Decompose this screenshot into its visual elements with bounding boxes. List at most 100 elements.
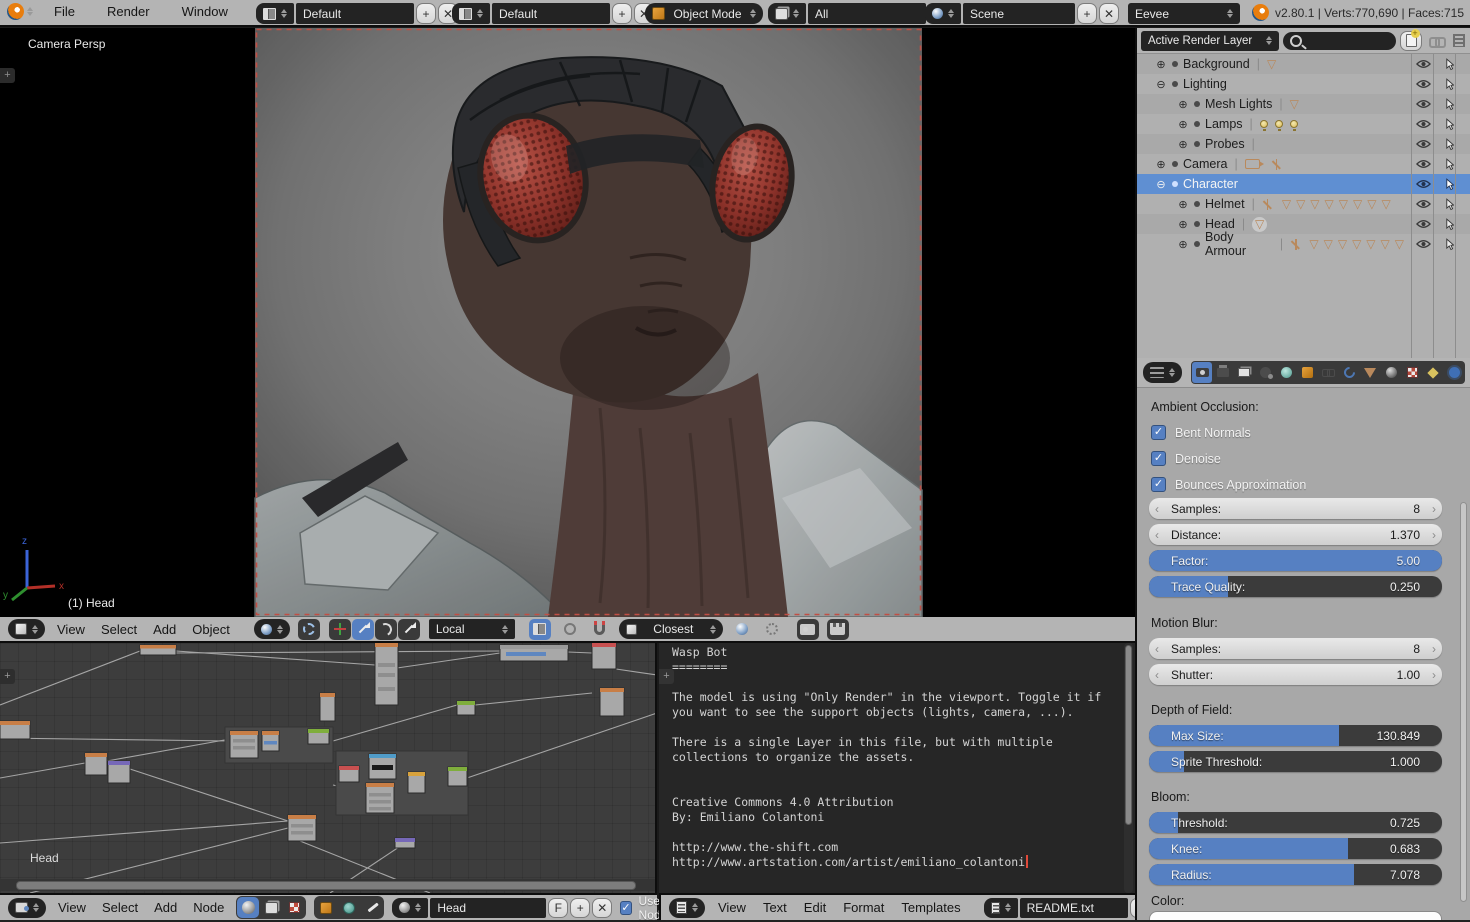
workspace-a-add-button[interactable]: + — [416, 3, 436, 24]
layer-filter-icon-dropdown[interactable] — [768, 3, 806, 24]
material-add-button[interactable]: + — [570, 898, 590, 918]
render-engine-dropdown[interactable]: Eevee — [1128, 3, 1240, 24]
proportional-editing-toggle[interactable] — [559, 619, 581, 640]
bloom-threshold-slider[interactable]: Threshold:0.725 — [1149, 812, 1442, 833]
visibility-eye-icon[interactable] — [1414, 196, 1432, 212]
text-filename-field[interactable]: README.txt — [1020, 898, 1128, 918]
mb-samples-slider[interactable]: ‹Samples:8› — [1149, 638, 1442, 659]
scene-close-button[interactable]: ✕ — [1099, 3, 1119, 24]
bloom-knee-slider[interactable]: Knee:0.683 — [1149, 838, 1442, 859]
use-nodes-checkbox[interactable]: ✓ — [620, 901, 631, 915]
scene-add-button[interactable]: + — [1077, 3, 1097, 24]
tab-scene[interactable] — [1255, 362, 1275, 383]
node-hscrollbar[interactable] — [0, 879, 657, 891]
visibility-eye-icon[interactable] — [1414, 116, 1432, 132]
viewport-3d[interactable]: z x y Camera Persp (1) Head + — [0, 28, 1135, 617]
outliner-row-mesh-lights[interactable]: ⊕Mesh Lights|▽ — [1137, 94, 1470, 114]
visibility-eye-icon[interactable] — [1414, 76, 1432, 92]
shader-type-material-button[interactable] — [237, 897, 259, 918]
shader-type-image-button[interactable] — [260, 897, 282, 918]
tab-object[interactable] — [1297, 362, 1317, 383]
app-menu-stepper[interactable] — [27, 7, 33, 16]
tab-modifiers[interactable] — [1339, 362, 1359, 383]
move-gizmo-button[interactable] — [352, 619, 374, 640]
text-datablock-icon-dropdown[interactable] — [984, 898, 1018, 918]
ao-samples-slider[interactable]: ‹Samples:8› — [1149, 498, 1442, 519]
viewport-menu-add[interactable]: Add — [149, 620, 180, 639]
menu-file[interactable]: File — [50, 2, 79, 21]
bent-normals-checkbox[interactable]: ✓ — [1151, 425, 1166, 440]
orientation-axes-button[interactable] — [329, 619, 351, 640]
ao-distance-slider[interactable]: ‹Distance:1.370› — [1149, 524, 1442, 545]
material-unlink-button[interactable]: ✕ — [592, 898, 612, 918]
viewport-menu-view[interactable]: View — [53, 620, 89, 639]
mb-shutter-slider[interactable]: ‹Shutter:1.00› — [1149, 664, 1442, 685]
visibility-eye-icon[interactable] — [1414, 216, 1432, 232]
render-animation-button[interactable] — [827, 619, 849, 640]
outliner-filter-button[interactable] — [1450, 34, 1468, 47]
tab-physics[interactable] — [1444, 362, 1464, 383]
text-panel-handle[interactable]: + — [659, 669, 674, 684]
visibility-eye-icon[interactable] — [1414, 136, 1432, 152]
tab-material[interactable] — [1381, 362, 1401, 383]
node-menu-view[interactable]: View — [54, 898, 90, 917]
transform-gizmo-toggle[interactable] — [298, 619, 320, 640]
outliner-search-field[interactable] — [1283, 32, 1396, 50]
outliner-display-mode-dropdown[interactable]: Active Render Layer — [1141, 31, 1279, 51]
shader-context-world-button[interactable] — [338, 897, 360, 918]
dof-sprite-threshold-slider[interactable]: Sprite Threshold:1.000 — [1149, 751, 1442, 772]
menu-render[interactable]: Render — [103, 2, 154, 21]
new-collection-button[interactable] — [1400, 31, 1422, 51]
visibility-eye-icon[interactable] — [1414, 96, 1432, 112]
outliner-row-body-armour[interactable]: ⊕Body Armour|▽▽▽▽▽▽▽ — [1137, 234, 1470, 254]
pivot-point-dropdown[interactable] — [254, 619, 290, 639]
text-vscrollbar[interactable] — [1124, 643, 1133, 893]
material-icon-dropdown[interactable] — [392, 898, 428, 918]
viewport-editor-type-button[interactable] — [8, 619, 45, 639]
node-menu-node[interactable]: Node — [189, 898, 228, 917]
text-menu-edit[interactable]: Edit — [800, 898, 830, 917]
visibility-eye-icon[interactable] — [1414, 236, 1432, 252]
render-image-button[interactable] — [797, 619, 819, 640]
outliner-row-lighting[interactable]: ⊖Lighting — [1137, 74, 1470, 94]
visibility-eye-icon[interactable] — [1414, 156, 1432, 172]
mode-dropdown[interactable]: Object Mode — [645, 3, 763, 24]
text-editor-type-button[interactable] — [669, 898, 705, 918]
properties-vscrollbar[interactable] — [1459, 390, 1468, 918]
tab-render[interactable] — [1192, 362, 1212, 383]
viewport-menu-select[interactable]: Select — [97, 620, 141, 639]
tab-view-layer[interactable] — [1234, 362, 1254, 383]
viewport-display-toggle[interactable] — [529, 619, 551, 640]
scale-gizmo-button[interactable] — [398, 619, 420, 640]
bloom-color-swatch[interactable] — [1149, 911, 1442, 920]
text-editor-content[interactable]: Wasp Bot ======== The model is using "On… — [672, 645, 1101, 870]
node-editor[interactable]: Head + — [0, 643, 657, 893]
text-menu-format[interactable]: Format — [839, 898, 888, 917]
tab-particles[interactable] — [1423, 362, 1443, 383]
rotate-gizmo-button[interactable] — [375, 619, 397, 640]
workspace-b-field[interactable]: Default — [492, 3, 610, 24]
tab-texture[interactable] — [1402, 362, 1422, 383]
outliner-row-helmet[interactable]: ⊕Helmet|▽▽▽▽▽▽▽▽ — [1137, 194, 1470, 214]
outliner-row-background[interactable]: ⊕Background|▽ — [1137, 54, 1470, 74]
properties-editor-type-button[interactable] — [1143, 362, 1182, 383]
viewport-menu-object[interactable]: Object — [188, 620, 234, 639]
outliner-row-lamps[interactable]: ⊕Lamps| — [1137, 114, 1470, 134]
overlays-toggle[interactable] — [761, 619, 783, 640]
tab-object-data[interactable] — [1360, 362, 1380, 383]
bloom-radius-slider[interactable]: Radius:7.078 — [1149, 864, 1442, 885]
tab-output[interactable] — [1213, 362, 1233, 383]
blender-app-menu-icon[interactable] — [7, 3, 24, 20]
workspace-a-field[interactable]: Default — [296, 3, 414, 24]
fake-user-button[interactable]: F — [548, 898, 568, 918]
text-editor[interactable]: Wasp Bot ======== The model is using "On… — [659, 643, 1135, 893]
gizmos-visibility-toggle[interactable] — [731, 619, 753, 640]
layer-filter-field[interactable]: All — [808, 3, 926, 24]
scene-icon-dropdown[interactable] — [925, 3, 961, 24]
visibility-eye-icon[interactable] — [1414, 56, 1432, 72]
snap-toggle[interactable] — [589, 619, 611, 640]
text-menu-view[interactable]: View — [714, 898, 750, 917]
tab-constraints[interactable] — [1318, 362, 1338, 383]
text-menu-templates[interactable]: Templates — [897, 898, 964, 917]
shader-type-texture-button[interactable] — [283, 897, 305, 918]
